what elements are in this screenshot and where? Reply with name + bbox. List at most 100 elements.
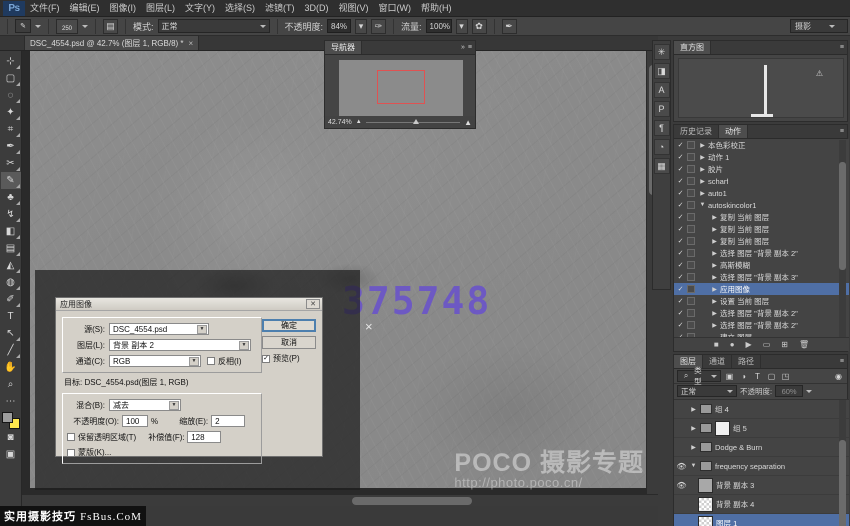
move-tool[interactable]: ⊹ — [1, 53, 21, 70]
navigator-thumbnail[interactable] — [339, 60, 463, 117]
layer-opacity-input[interactable]: 60% — [775, 385, 803, 397]
layer-row[interactable]: 图层 1 — [674, 514, 849, 526]
action-dialog-toggle[interactable] — [687, 177, 695, 185]
action-dialog-toggle[interactable] — [687, 213, 695, 221]
styles-panel-icon[interactable]: A — [654, 82, 670, 98]
play-icon[interactable]: ▶ — [746, 340, 752, 349]
menu-layer[interactable]: 图层(L) — [141, 0, 180, 17]
smart-object-filter-icon[interactable]: ◳ — [780, 371, 791, 382]
adjustments-panel-icon[interactable]: ◨ — [654, 63, 670, 79]
brush-size-display[interactable]: 250 — [56, 19, 78, 34]
scrollbar-thumb[interactable] — [352, 497, 472, 505]
action-toggle-icon[interactable]: ✓ — [676, 189, 685, 197]
layer-row[interactable]: 👁背景 副本 3 — [674, 476, 849, 495]
menu-view[interactable]: 视图(V) — [334, 0, 374, 17]
action-row[interactable]: ✓▶scharf — [674, 175, 849, 187]
workspace-switcher[interactable]: 摄影 — [790, 19, 848, 33]
preview-checkbox[interactable]: ✓ — [262, 355, 270, 363]
expand-arrow-icon[interactable]: ▶ — [711, 286, 718, 293]
action-dialog-toggle[interactable] — [687, 141, 695, 149]
airbrush-icon[interactable]: ✿ — [472, 19, 487, 34]
zoom-in-icon[interactable]: ▲ — [464, 118, 472, 127]
shape-tool[interactable]: ╱ — [1, 342, 21, 359]
action-toggle-icon[interactable]: ✓ — [676, 177, 685, 185]
action-dialog-toggle[interactable] — [687, 201, 695, 209]
brush-size-caret-icon[interactable] — [82, 25, 88, 28]
action-dialog-toggle[interactable] — [687, 189, 695, 197]
blend-select[interactable]: 减去 ▼ — [109, 399, 181, 411]
tab-history[interactable]: 历史记录 — [674, 125, 719, 138]
slider-knob[interactable] — [413, 119, 419, 124]
expand-arrow-icon[interactable]: ▶ — [711, 226, 718, 233]
adjustment-filter-icon[interactable]: ◑ — [738, 371, 749, 382]
expand-arrow-icon[interactable]: ▶ — [699, 142, 706, 149]
action-dialog-toggle[interactable] — [687, 261, 695, 269]
group-expand-icon[interactable]: ▶ — [690, 425, 697, 432]
invert-checkbox-row[interactable]: 反相(I) — [207, 356, 242, 367]
group-expand-icon[interactable]: ▶ — [690, 406, 697, 413]
layer-row[interactable]: ▶Dodge & Burn — [674, 438, 849, 457]
panel-menu-icon[interactable]: ≡ — [840, 44, 844, 51]
tab-navigator[interactable]: 导航器 — [325, 41, 362, 54]
menu-window[interactable]: 窗口(W) — [374, 0, 417, 17]
close-icon[interactable]: × — [189, 39, 194, 48]
action-dialog-toggle[interactable] — [687, 285, 695, 293]
action-toggle-icon[interactable]: ✓ — [676, 213, 685, 221]
dodge-tool[interactable]: ◍ — [1, 274, 21, 291]
gradient-tool[interactable]: ▤ — [1, 240, 21, 257]
layer-thumbnail[interactable] — [698, 478, 713, 493]
expand-arrow-icon[interactable]: ▶ — [711, 262, 718, 269]
type-tool[interactable]: T — [1, 308, 21, 325]
action-dialog-toggle[interactable] — [687, 297, 695, 305]
action-toggle-icon[interactable]: ✓ — [676, 285, 685, 293]
layer-blend-mode-select[interactable]: 正常 — [677, 385, 737, 397]
layer-row[interactable]: ▶组 4 — [674, 400, 849, 419]
type-filter-icon[interactable]: T — [752, 371, 763, 382]
expand-arrow-icon[interactable]: ▶ — [711, 214, 718, 221]
color-panel-icon[interactable]: ✳ — [654, 44, 670, 60]
shape-filter-icon[interactable]: ▢ — [766, 371, 777, 382]
overlay-close-icon[interactable]: × — [365, 319, 373, 334]
menu-select[interactable]: 选择(S) — [220, 0, 260, 17]
layer-visibility-icon[interactable]: 👁 — [676, 462, 687, 471]
flow-slider-icon[interactable]: ▾ — [456, 19, 468, 34]
action-toggle-icon[interactable]: ✓ — [676, 297, 685, 305]
dialog-opacity-input[interactable]: 100 — [122, 415, 148, 427]
flow-input[interactable]: 100% — [426, 19, 452, 33]
action-row[interactable]: ✓▶auto1 — [674, 187, 849, 199]
panel-menu-icon[interactable]: ≡ — [840, 128, 844, 135]
character-panel-icon[interactable]: P — [654, 101, 670, 117]
source-select[interactable]: DSC_4554.psd ▼ — [109, 323, 209, 335]
mask-checkbox-row[interactable]: 蒙版(K)... — [67, 447, 111, 458]
channel-select[interactable]: RGB ▼ — [109, 355, 201, 367]
group-expand-icon[interactable]: ▶ — [690, 444, 697, 451]
marquee-tool[interactable]: ▢ — [1, 70, 21, 87]
panel-menu-icon[interactable]: ≡ — [840, 358, 844, 365]
action-dialog-toggle[interactable] — [687, 153, 695, 161]
layer-thumbnail[interactable] — [698, 497, 713, 512]
swatches-panel-icon[interactable]: ▦ — [654, 158, 670, 174]
pressure-size-icon[interactable]: ✒ — [502, 19, 517, 34]
navigator-zoom-value[interactable]: 42.74% — [328, 119, 352, 126]
crop-tool[interactable]: ⌗ — [1, 121, 21, 138]
histogram-warning-icon[interactable]: ⚠ — [816, 69, 823, 78]
opacity-input[interactable]: 84% — [327, 19, 351, 33]
action-toggle-icon[interactable]: ✓ — [676, 309, 685, 317]
eraser-tool[interactable]: ◧ — [1, 223, 21, 240]
action-row[interactable]: ✓▶胶片 — [674, 163, 849, 175]
menu-3d[interactable]: 3D(D) — [300, 0, 334, 17]
brush-tool[interactable]: ✎ — [1, 172, 21, 189]
action-dialog-toggle[interactable] — [687, 249, 695, 257]
action-toggle-icon[interactable]: ✓ — [676, 225, 685, 233]
layers-list[interactable]: ▶组 4▶组 5▶Dodge & Burn👁▼frequency separat… — [674, 399, 849, 526]
brush-preset-caret-icon[interactable] — [35, 25, 41, 28]
record-icon[interactable]: ● — [730, 340, 735, 349]
layer-visibility-icon[interactable]: 👁 — [676, 481, 687, 490]
action-dialog-toggle[interactable] — [687, 225, 695, 233]
tab-actions[interactable]: 动作 — [719, 125, 748, 138]
eyedropper-tool[interactable]: ✒ — [1, 138, 21, 155]
action-toggle-icon[interactable]: ✓ — [676, 165, 685, 173]
group-expand-icon[interactable]: ▼ — [690, 463, 697, 469]
ok-button[interactable]: 确定 — [262, 319, 316, 332]
navigator-zoom-slider[interactable] — [366, 122, 460, 123]
